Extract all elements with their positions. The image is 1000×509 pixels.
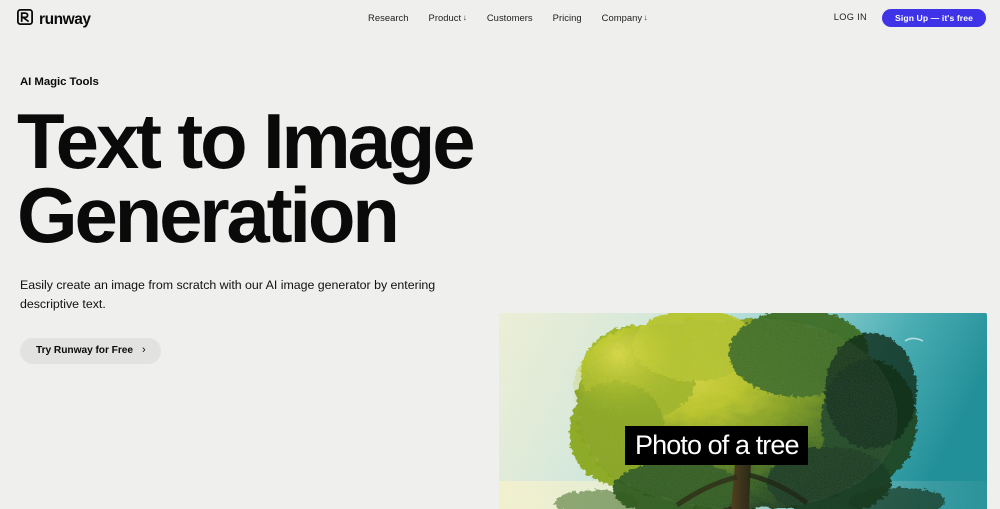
eyebrow-label: AI Magic Tools	[20, 76, 99, 88]
try-runway-for-free-button[interactable]: Try Runway for Free ›	[20, 338, 161, 364]
nav-item-research-label: Research	[368, 12, 409, 24]
nav-item-pricing-label: Pricing	[552, 12, 582, 24]
generated-tree-image	[499, 313, 987, 509]
nav-item-pricing[interactable]: Pricing	[552, 12, 582, 24]
main-navigation: Research Product ↓ Customers Pricing Com…	[368, 0, 648, 36]
nav-item-customers-label: Customers	[486, 12, 533, 24]
nav-item-company-label: Company	[601, 12, 643, 24]
brand-name: runway	[39, 11, 91, 29]
hero-description: Easily create an image from scratch with…	[20, 278, 436, 311]
signup-button[interactable]: Sign Up — it's free	[882, 9, 986, 27]
hero-media-preview[interactable]: Photo of a tree	[499, 313, 987, 509]
nav-item-company[interactable]: Company ↓	[601, 12, 648, 24]
headline-line-1: Text to Image	[17, 97, 476, 185]
runway-r-mark-icon	[16, 8, 33, 30]
chevron-right-icon: ›	[142, 344, 146, 356]
header-actions: LOG IN Sign Up — it's free	[834, 0, 986, 36]
headline-line-2: Generation	[17, 171, 400, 260]
brand-logo[interactable]: runway	[16, 8, 91, 30]
nav-item-research[interactable]: Research	[368, 12, 409, 24]
chevron-down-icon: ↓	[462, 13, 467, 23]
site-header: runway Research Product ↓ Customers Pric…	[0, 0, 1000, 36]
chevron-down-icon: ↓	[643, 13, 648, 23]
cta-label: Try Runway for Free	[36, 344, 133, 356]
page-title: Text to Image Generation	[17, 97, 537, 260]
hero-section: AI Magic Tools Text to Image Generation …	[0, 36, 1000, 509]
nav-item-customers[interactable]: Customers	[486, 12, 533, 24]
nav-item-product[interactable]: Product ↓	[428, 12, 467, 24]
nav-item-product-label: Product	[428, 12, 462, 24]
login-link[interactable]: LOG IN	[834, 13, 867, 22]
